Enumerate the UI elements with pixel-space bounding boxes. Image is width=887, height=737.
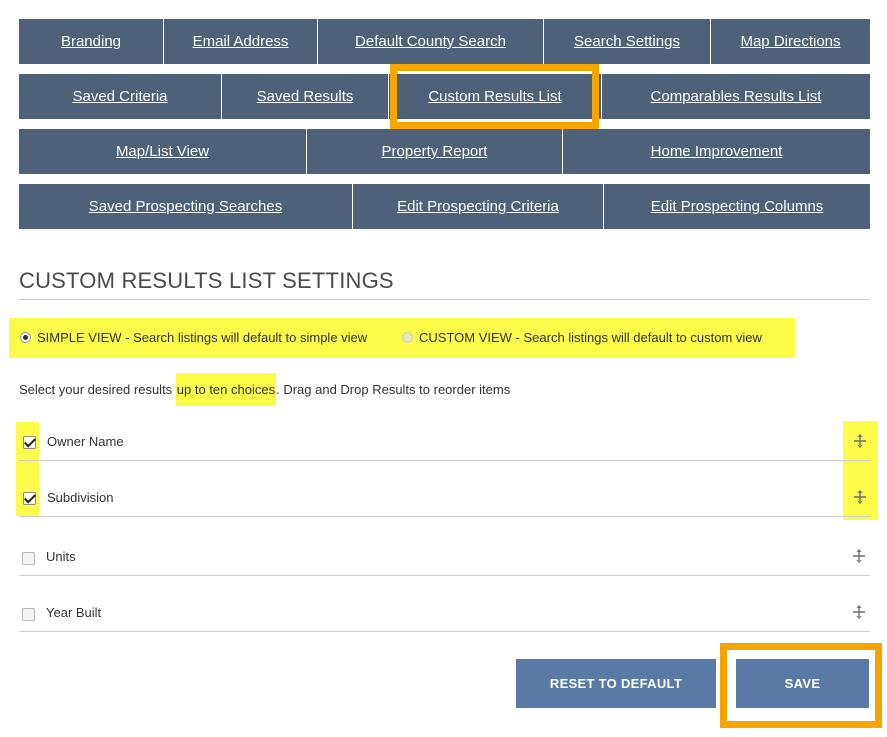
simple-view-label: SIMPLE VIEW - Search listings will defau… — [37, 330, 368, 345]
simple-view-radio[interactable] — [20, 332, 31, 343]
instructions-text: Select your desired results up to ten ch… — [19, 373, 511, 406]
year-built-checkbox[interactable] — [22, 608, 35, 621]
units-checkbox[interactable] — [22, 552, 35, 565]
settings-nav-row-4: Saved Prospecting Searches Edit Prospect… — [19, 184, 870, 229]
instructions-suffix: . Drag and Drop Results to reorder items — [276, 382, 511, 397]
units-label: Units — [46, 549, 76, 564]
move-icon[interactable] — [853, 605, 865, 619]
tab-email-address[interactable]: Email Address — [164, 19, 318, 64]
settings-nav-row-2: Saved Criteria Saved Results Custom Resu… — [19, 74, 870, 119]
owner-name-label: Owner Name — [47, 434, 124, 449]
year-built-label: Year Built — [46, 605, 102, 620]
tab-saved-results[interactable]: Saved Results — [222, 74, 389, 119]
instructions-highlight: up to ten choices — [175, 373, 277, 406]
tab-saved-prospecting-searches[interactable]: Saved Prospecting Searches — [19, 184, 353, 229]
tab-saved-criteria[interactable]: Saved Criteria — [19, 74, 222, 119]
tab-property-report[interactable]: Property Report — [307, 129, 563, 174]
tab-branding[interactable]: Branding — [19, 19, 164, 64]
save-button[interactable]: SAVE — [736, 659, 869, 708]
tab-map-directions[interactable]: Map Directions — [711, 19, 870, 64]
tab-comparables-results-list[interactable]: Comparables Results List — [602, 74, 870, 119]
tab-search-settings[interactable]: Search Settings — [544, 19, 711, 64]
tab-map-list-view[interactable]: Map/List View — [19, 129, 307, 174]
settings-nav-row-3: Map/List View Property Report Home Impro… — [19, 129, 870, 174]
simple-view-option[interactable]: SIMPLE VIEW - Search listings will defau… — [20, 330, 367, 345]
owner-name-checkbox[interactable] — [23, 436, 36, 449]
tab-edit-prospecting-columns[interactable]: Edit Prospecting Columns — [604, 184, 870, 229]
settings-nav-row-1: Branding Email Address Default County Se… — [19, 19, 870, 64]
move-icon[interactable] — [853, 549, 865, 563]
custom-view-option[interactable]: CUSTOM VIEW - Search listings will defau… — [402, 330, 762, 345]
tab-edit-prospecting-criteria[interactable]: Edit Prospecting Criteria — [353, 184, 604, 229]
custom-view-radio[interactable] — [402, 332, 413, 343]
move-icon[interactable] — [854, 490, 866, 504]
list-divider — [19, 516, 870, 517]
list-divider — [19, 460, 870, 461]
list-divider — [19, 575, 870, 576]
tab-home-improvement[interactable]: Home Improvement — [563, 129, 870, 174]
instructions-prefix: Select your desired results — [19, 382, 176, 397]
move-icon[interactable] — [854, 434, 866, 448]
reset-to-default-button[interactable]: RESET TO DEFAULT — [516, 659, 716, 708]
page-title: CUSTOM RESULTS LIST SETTINGS — [19, 268, 394, 293]
custom-view-label: CUSTOM VIEW - Search listings will defau… — [419, 330, 762, 345]
subdivision-label: Subdivision — [47, 490, 114, 505]
subdivision-checkbox[interactable] — [23, 492, 36, 505]
list-divider — [19, 631, 870, 632]
tab-custom-results-list[interactable]: Custom Results List — [389, 74, 602, 119]
title-divider — [19, 299, 870, 300]
tab-default-county-search[interactable]: Default County Search — [318, 19, 544, 64]
